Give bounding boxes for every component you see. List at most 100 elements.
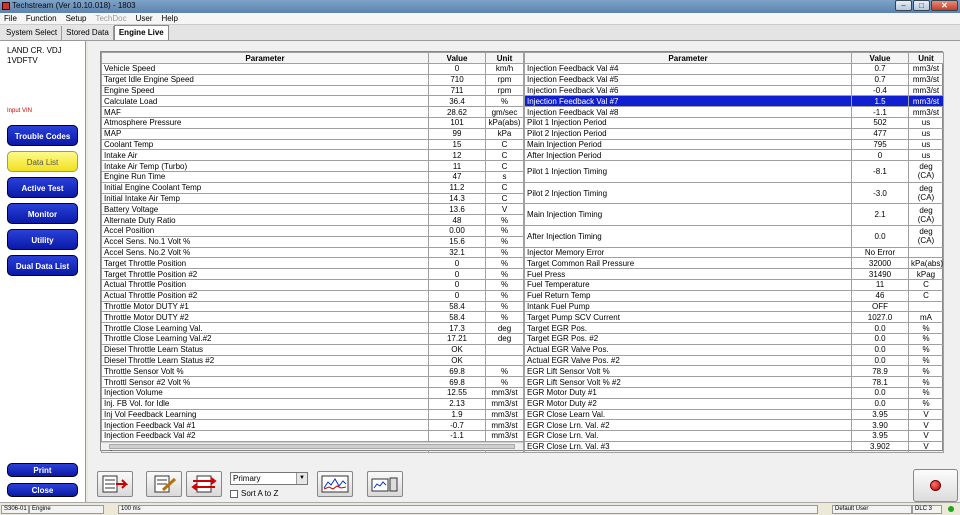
table-row[interactable]: Target EGR Pos. 0.0%	[524, 322, 944, 334]
table-row[interactable]: Initial Intake Air Temp 14.3 C	[101, 192, 524, 205]
table-row[interactable]: Inj. FB Vol. for Idle 2.13 mm3/st	[101, 397, 524, 410]
menu-item-function[interactable]: Function	[26, 14, 57, 23]
table-row[interactable]: Target Throttle Position 0%	[101, 257, 524, 270]
close-window-button[interactable]: ✕	[931, 0, 958, 11]
utility-button[interactable]: Utility	[7, 229, 78, 250]
table-row[interactable]: EGR Lift Sensor Volt % #2 78.1%	[524, 376, 944, 388]
table-row[interactable]: Injection Feedback Val #6 -0.4 mm3/st	[524, 84, 944, 97]
table-row[interactable]: Target Idle Engine Speed 710 rpm	[101, 73, 524, 86]
table-row[interactable]: After Injection Timing 0.0 deg (CA)	[524, 224, 944, 248]
table-row[interactable]: Target Pump SCV Current 1027.0 mA	[524, 311, 944, 324]
table-row[interactable]: Pilot 2 Injection Timing -3.0 deg (CA)	[524, 181, 944, 205]
table-row[interactable]: Throttle Close Learning Val. 17.3 deg	[101, 322, 524, 334]
table-row[interactable]: Injection Feedback Val #1 -0.7 mm3/st	[101, 419, 524, 432]
table-row[interactable]: Accel Sens. No.1 Volt % 15.6%	[101, 235, 524, 248]
record-button[interactable]	[913, 469, 958, 502]
table-row[interactable]: EGR Close Lrn. Val. #2 3.90 V	[524, 419, 944, 432]
table-row[interactable]: Intank Fuel Pump OFF	[524, 300, 944, 313]
table-row[interactable]: Actual Throttle Position #2 0%	[101, 289, 524, 302]
table-row[interactable]: Actual Throttle Position 0%	[101, 278, 524, 291]
tab-engine-live[interactable]: Engine Live	[113, 25, 169, 40]
table-row[interactable]: Throttle Close Learning Val.#2 17.21 deg	[101, 332, 524, 345]
tab-system-select[interactable]: System Select	[2, 26, 63, 40]
scroll-thumb[interactable]	[109, 444, 515, 449]
table-row[interactable]: Injection Feedback Val #2 -1.1 mm3/st	[101, 430, 524, 442]
table-row[interactable]: Main Injection Period 795 us	[524, 138, 944, 151]
value-header[interactable]: Value	[851, 52, 909, 64]
menu-item-file[interactable]: File	[4, 14, 17, 23]
table-row[interactable]: Throttl Sensor #2 Volt % 69.8%	[101, 376, 524, 388]
table-row[interactable]: Diesel Throttle Learn Status #2 OK	[101, 354, 524, 367]
table-row[interactable]: Vehicle Speed 0 km/h	[101, 63, 524, 75]
sort-a-to-z-checkbox[interactable]: Sort A to Z	[230, 489, 278, 498]
table-row[interactable]: Coolant Temp 15 C	[101, 138, 524, 151]
menu-item-setup[interactable]: Setup	[66, 14, 87, 23]
trouble-codes-button[interactable]: Trouble Codes	[7, 125, 78, 146]
table-row[interactable]: Throttle Sensor Volt % 69.8%	[101, 365, 524, 378]
checkbox-box[interactable]	[230, 489, 238, 498]
table-row[interactable]: Target EGR Pos. #2 0.0%	[524, 332, 944, 345]
unit-header[interactable]: Unit	[908, 52, 944, 64]
active-test-button[interactable]: Active Test	[7, 177, 78, 198]
table-row[interactable]: Fuel Return Temp 46 C	[524, 289, 944, 302]
table-row[interactable]: Calculate Load 36.4%	[101, 95, 524, 108]
table-row[interactable]: Fuel Press 31490 kPag	[524, 268, 944, 280]
table-row[interactable]: Injection Volume 12.55 mm3/st	[101, 386, 524, 399]
table-row[interactable]: Diesel Throttle Learn Status OK	[101, 343, 524, 356]
table-row[interactable]: Atmosphere Pressure 101 kPa(abs)	[101, 116, 524, 129]
table-row[interactable]: Injector Memory Error No Error	[524, 246, 944, 259]
param-header[interactable]: Parameter	[101, 52, 429, 64]
table-row[interactable]: Pilot 2 Injection Period 477 us	[524, 127, 944, 140]
list-type-select[interactable]: Primary ▼	[230, 472, 308, 485]
unit-header[interactable]: Unit	[485, 52, 524, 64]
minimize-button[interactable]: –	[895, 0, 912, 11]
maximize-button[interactable]: □	[913, 0, 930, 11]
table-row[interactable]: Throttle Motor DUTY #1 58.4%	[101, 300, 524, 313]
table-row[interactable]: Engine Speed 711 rpm	[101, 84, 524, 97]
table-row[interactable]: After Injection Period 0 us	[524, 149, 944, 162]
print-button[interactable]: Print	[7, 463, 78, 477]
value-header[interactable]: Value	[428, 52, 486, 64]
table-row[interactable]: MAF 28.62 gm/sec	[101, 106, 524, 118]
table-row[interactable]: Target Throttle Position #2 0%	[101, 268, 524, 280]
table-row[interactable]: Main Injection Timing 2.1 deg (CA)	[524, 203, 944, 226]
menu-item-user[interactable]: User	[136, 14, 153, 23]
table-row[interactable]: Pilot 1 Injection Timing -8.1 deg (CA)	[524, 160, 944, 183]
table-row[interactable]: MAP 99 kPa	[101, 127, 524, 140]
input-vin-link[interactable]: Input VIN	[7, 108, 32, 114]
graph-list-button[interactable]	[367, 471, 403, 497]
table-row[interactable]: Injection Feedback Val #7 1.5 mm3/st	[524, 95, 944, 108]
select-parameters-button[interactable]	[97, 471, 133, 497]
table-row[interactable]: Intake Air Temp (Turbo) 11 C	[101, 160, 524, 172]
table-row[interactable]: Target Common Rail Pressure 32000 kPa(abs)	[524, 257, 944, 270]
table-row[interactable]: EGR Close Lrn. Val. 3.95 V	[524, 430, 944, 442]
table-row[interactable]: EGR Lift Sensor Volt % 78.9%	[524, 365, 944, 378]
table-row[interactable]: Pilot 1 Injection Period 502 us	[524, 116, 944, 129]
table-row[interactable]: Intake Air 12 C	[101, 149, 524, 162]
chevron-down-icon[interactable]: ▼	[296, 473, 307, 484]
table-row[interactable]: EGR Motor Duty #1 0.0%	[524, 386, 944, 399]
param-header[interactable]: Parameter	[524, 52, 852, 64]
table-row[interactable]: Fuel Temperature 11 C	[524, 278, 944, 291]
table-row[interactable]: EGR Close Learn Val. 3.95 V	[524, 408, 944, 421]
graph-view-button[interactable]	[317, 471, 353, 497]
table-row[interactable]: Injection Feedback Val #4 0.7 mm3/st	[524, 63, 944, 75]
data-list-button[interactable]: Data List	[7, 151, 78, 172]
refresh-list-button[interactable]	[186, 471, 222, 497]
table-row[interactable]: Engine Run Time 47 s	[101, 170, 524, 183]
monitor-button[interactable]: Monitor	[7, 203, 78, 224]
table-row[interactable]: Battery Voltage 13.6 V	[101, 203, 524, 216]
dual-data-list-button[interactable]: Dual Data List	[7, 255, 78, 276]
table-row[interactable]: Actual EGR Valve Pos. #2 0.0%	[524, 354, 944, 367]
table-row[interactable]: Throttle Motor DUTY #2 58.4%	[101, 311, 524, 324]
table-row[interactable]: EGR Motor Duty #2 0.0%	[524, 397, 944, 410]
snapshot-button[interactable]	[146, 471, 182, 497]
table-row[interactable]: EGR Close Lrn. Val. #3 3.902 V	[524, 440, 944, 453]
tab-stored-data[interactable]: Stored Data	[62, 26, 114, 40]
table-row[interactable]: Accel Position 0.00%	[101, 224, 524, 237]
table-row[interactable]: Alternate Duty Ratio 48%	[101, 214, 524, 226]
menu-item-help[interactable]: Help	[162, 14, 178, 23]
table-row[interactable]: Injection Feedback Val #8 -1.1 mm3/st	[524, 106, 944, 118]
horizontal-scrollbar[interactable]	[101, 442, 523, 450]
close-button[interactable]: Close	[7, 483, 78, 497]
